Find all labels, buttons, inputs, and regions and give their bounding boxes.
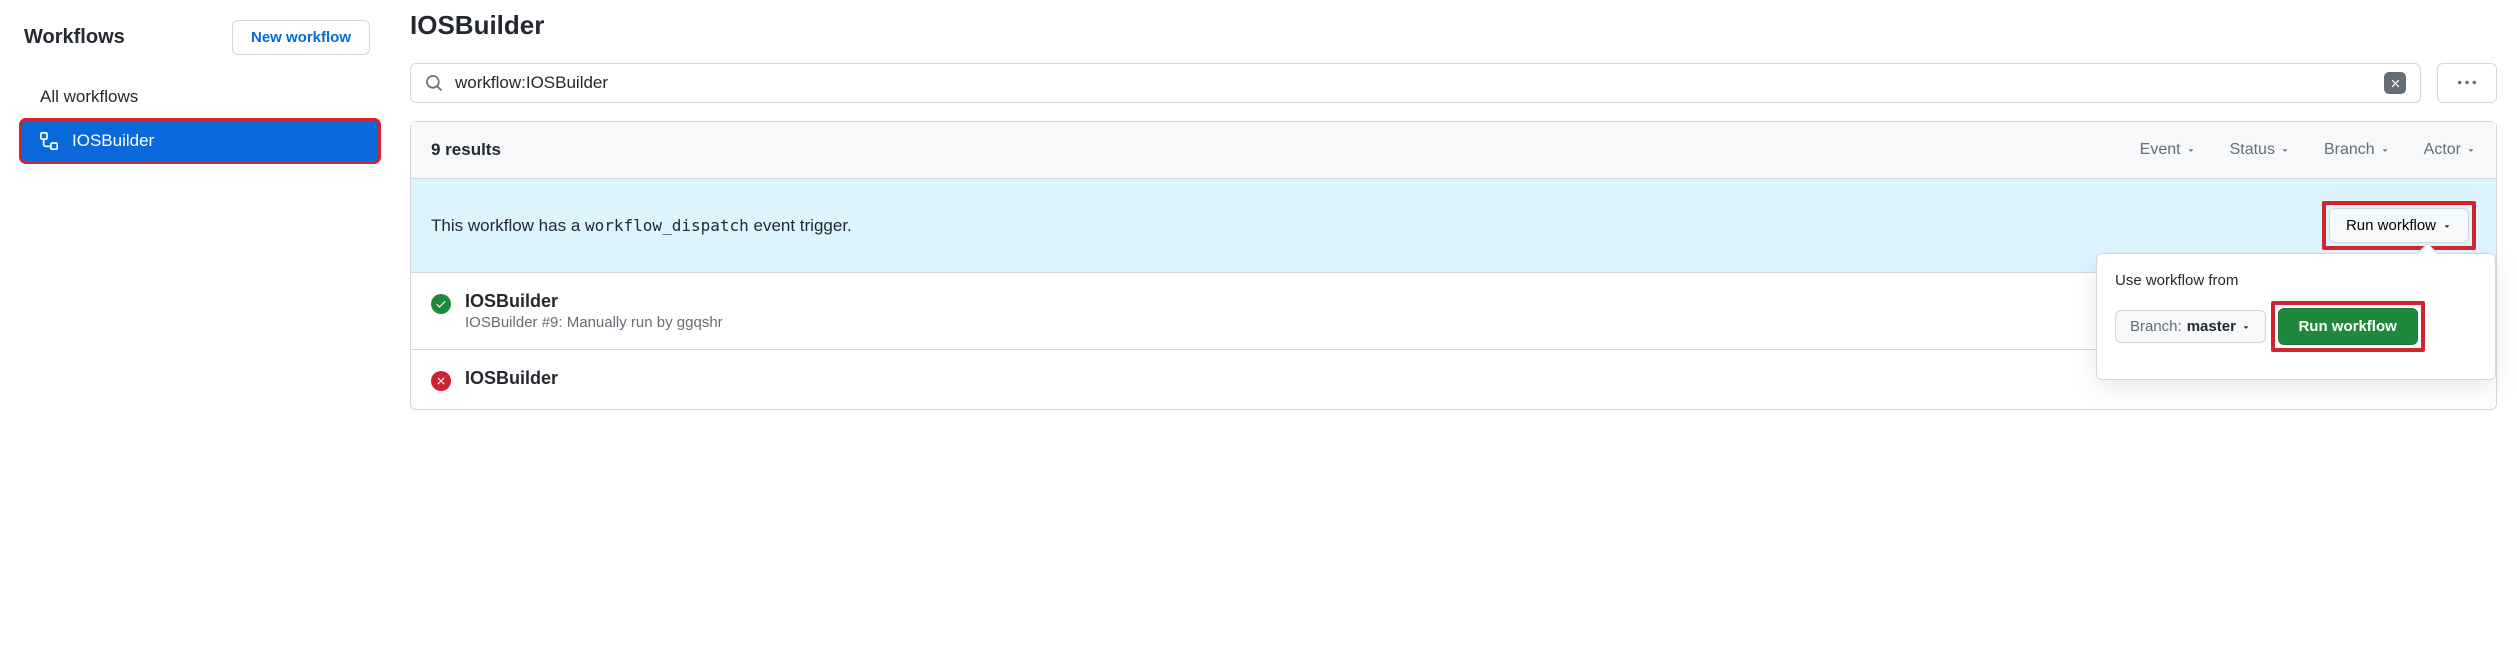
sidebar-item-iosbuilder[interactable]: IOSBuilder [20,119,380,163]
clear-search-button[interactable] [2384,72,2406,94]
page-title: IOSBuilder [410,10,2497,41]
kebab-icon [2458,74,2476,92]
results-box: 9 results Event Status Branch [410,121,2497,410]
sidebar-item-label: IOSBuilder [72,131,154,151]
caret-down-icon [2186,145,2196,155]
sidebar-item-label: All workflows [40,87,138,107]
caret-down-icon [2280,145,2290,155]
caret-down-icon [2442,221,2452,231]
run-meta: IOSBuilder #9: Manually run by ggqshr [465,314,723,331]
results-header: 9 results Event Status Branch [411,122,2496,179]
annotation-highlight: Run workflow [2271,301,2425,352]
caret-down-icon [2466,145,2476,155]
main-content: IOSBuilder 9 results Event [380,0,2497,410]
results-count: 9 results [431,140,501,160]
search-box[interactable] [410,63,2421,103]
run-workflow-popover: Use workflow from Branch: master Run wor… [2096,253,2496,380]
sidebar-list: All workflows IOSBuilder [20,75,380,163]
search-input[interactable] [455,73,2384,93]
status-failure-icon [431,371,451,391]
search-row [410,63,2497,103]
annotation-highlight: Run workflow [2322,201,2476,250]
run-title: IOSBuilder [465,368,558,389]
branch-select[interactable]: Branch: master [2115,310,2266,343]
dispatch-banner: This workflow has a workflow_dispatch ev… [411,179,2496,273]
caret-down-icon [2380,145,2390,155]
run-workflow-dropdown-button[interactable]: Run workflow [2329,208,2469,243]
dispatch-text: This workflow has a workflow_dispatch ev… [431,216,852,236]
sidebar: Workflows New workflow All workflows IOS… [20,0,380,410]
dispatch-code: workflow_dispatch [585,216,749,235]
run-title: IOSBuilder [465,291,723,312]
run-info: IOSBuilder IOSBuilder #9: Manually run b… [465,291,723,331]
caret-down-icon [2241,322,2251,332]
run-workflow-submit-button[interactable]: Run workflow [2278,308,2418,345]
sidebar-title: Workflows [24,26,125,49]
run-info: IOSBuilder [465,368,558,389]
sidebar-header: Workflows New workflow [20,20,380,75]
status-success-icon [431,294,451,314]
filter-actor[interactable]: Actor [2424,141,2476,159]
filter-branch[interactable]: Branch [2324,141,2390,159]
filters: Event Status Branch Actor [2140,141,2476,159]
more-options-button[interactable] [2437,63,2497,103]
filter-event[interactable]: Event [2140,141,2196,159]
filter-status[interactable]: Status [2230,141,2290,159]
new-workflow-button[interactable]: New workflow [232,20,370,55]
sidebar-item-all-workflows[interactable]: All workflows [20,75,380,119]
search-icon [425,74,443,92]
workflow-icon [40,132,58,150]
popover-label: Use workflow from [2115,272,2477,289]
